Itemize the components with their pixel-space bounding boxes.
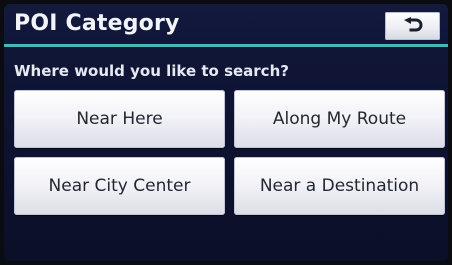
along-my-route-button[interactable]: Along My Route	[234, 90, 445, 148]
page-title: POI Category	[14, 11, 180, 36]
search-prompt: Where would you like to search?	[14, 62, 289, 80]
near-city-center-button[interactable]: Near City Center	[14, 157, 225, 215]
header-divider	[4, 44, 448, 47]
near-a-destination-button[interactable]: Near a Destination	[234, 157, 445, 215]
header-bar: POI Category	[4, 4, 448, 44]
return-arrow-icon	[404, 17, 423, 32]
near-here-button[interactable]: Near Here	[14, 90, 225, 148]
navigation-screen: POI Category Where would you like to sea…	[4, 4, 448, 261]
back-button[interactable]	[385, 12, 440, 40]
